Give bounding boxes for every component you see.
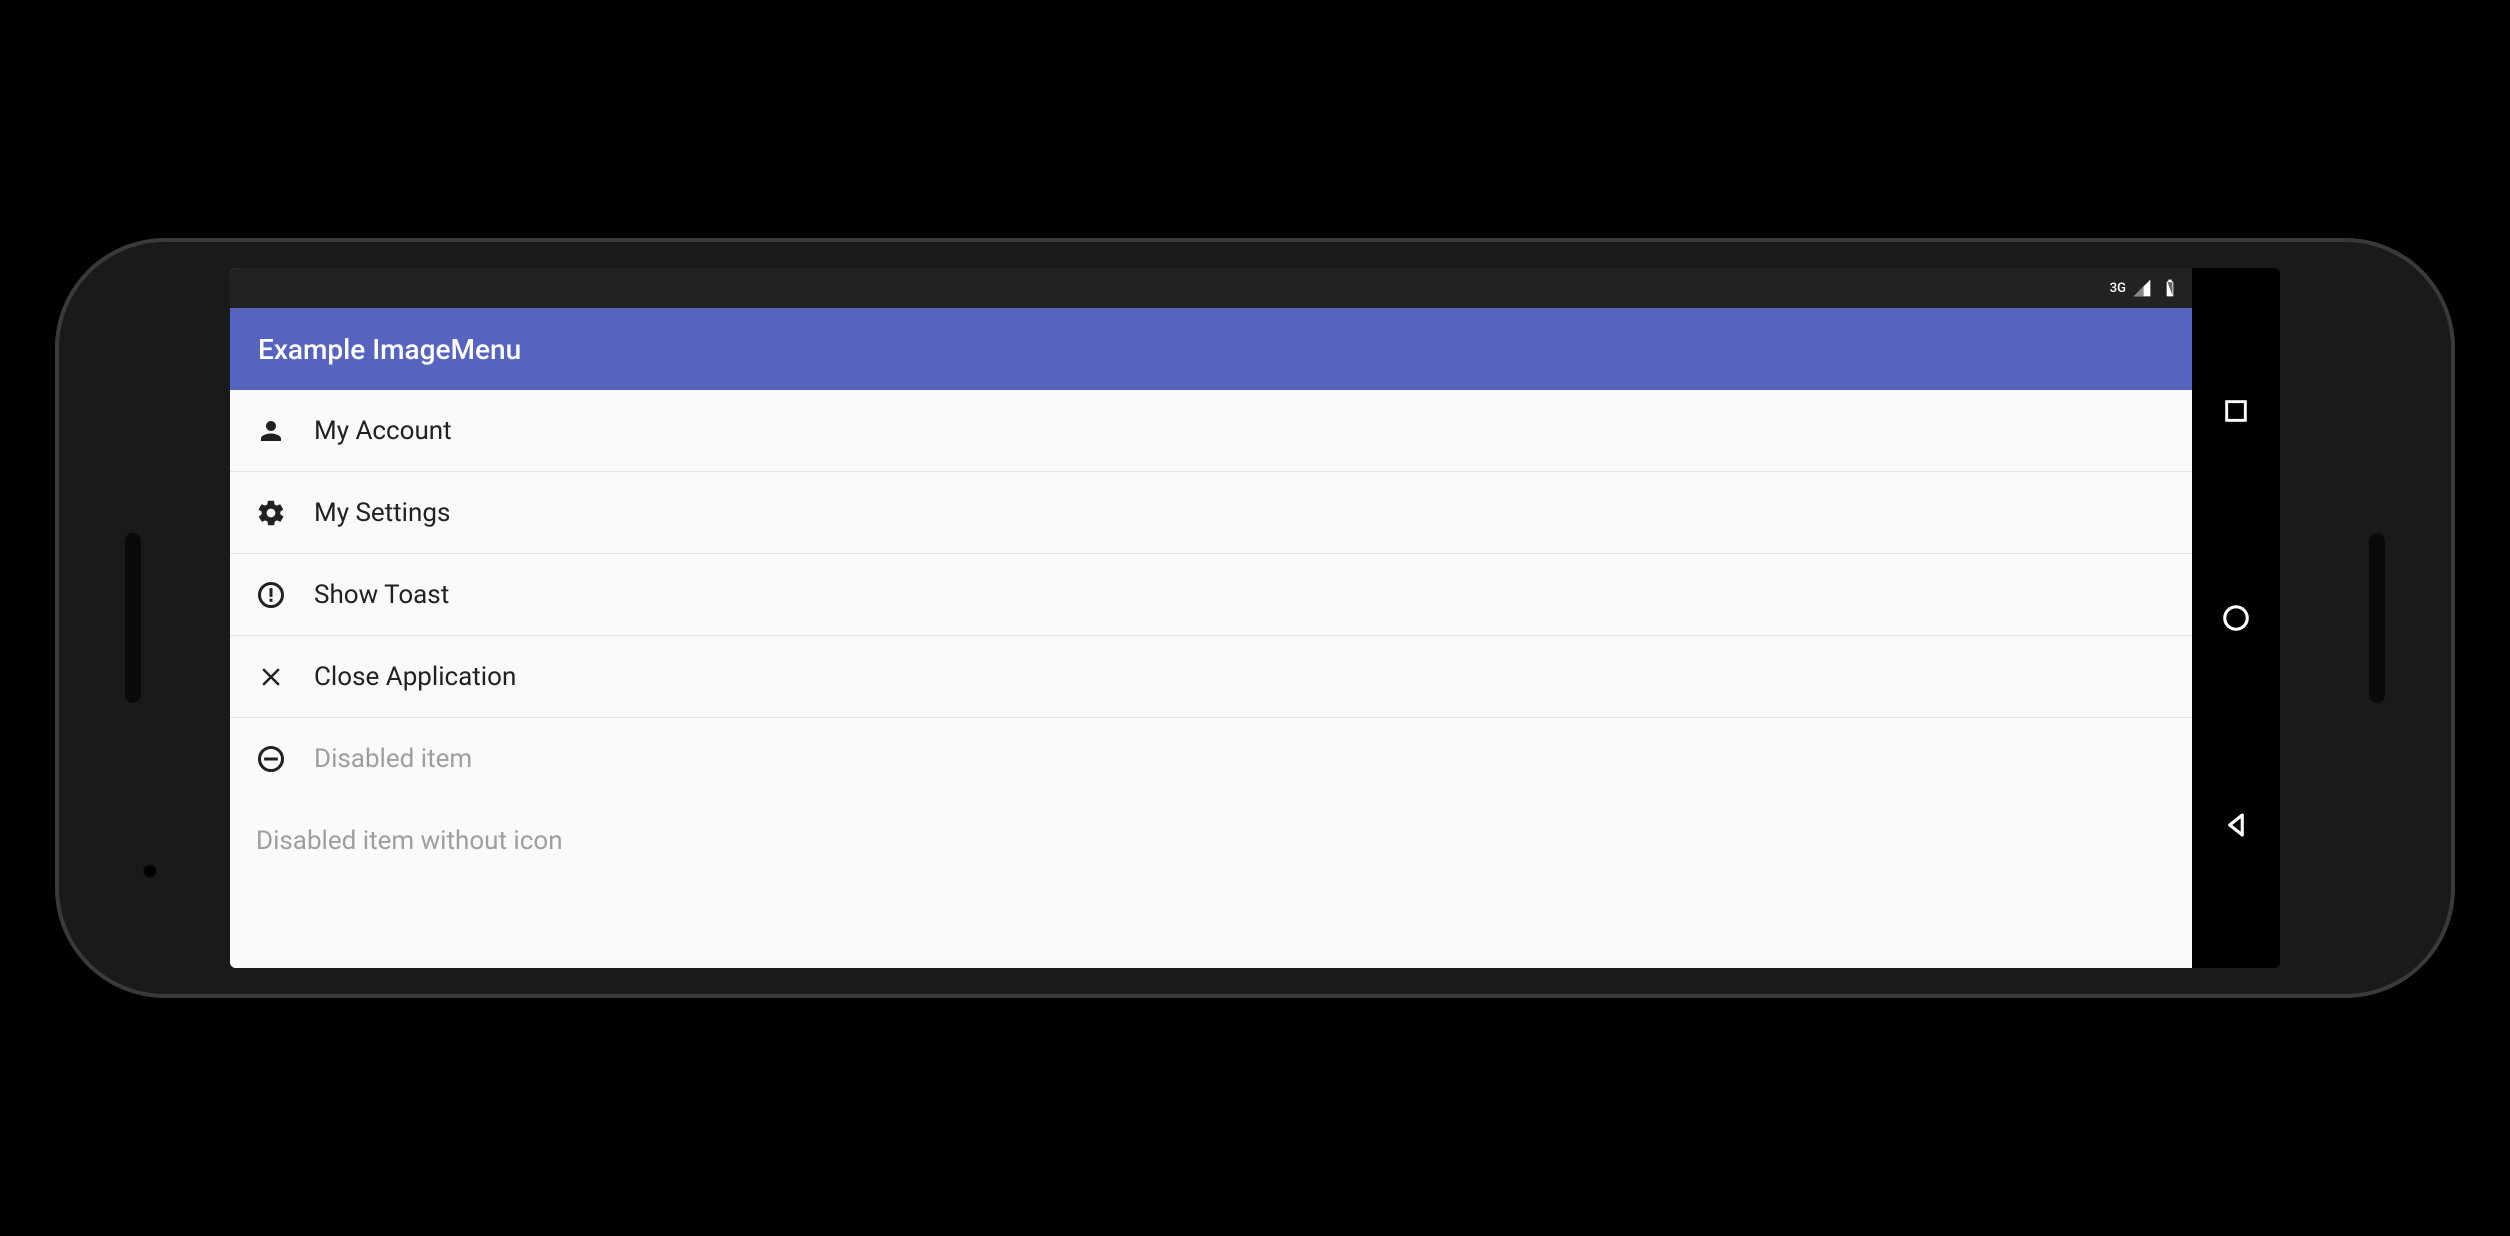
screen: 3G Example ImageMenu My Account (230, 268, 2192, 968)
status-bar: 3G (230, 268, 2192, 308)
menu-item-label: My Settings (314, 498, 450, 528)
menu-item-label: Close Application (314, 662, 516, 692)
app-bar: Example ImageMenu (230, 308, 2192, 390)
menu-list: My Account My Settings Show Toast (230, 390, 2192, 968)
network-type-label: 3G (2110, 281, 2126, 296)
minus-circle-icon (256, 744, 286, 774)
nav-overview-button[interactable] (2219, 394, 2253, 428)
nav-back-button[interactable] (2219, 808, 2253, 842)
menu-item-label: Disabled item (314, 744, 472, 774)
menu-item-my-account[interactable]: My Account (230, 390, 2192, 472)
speaker-grille-right (2369, 533, 2385, 703)
gear-icon (256, 498, 286, 528)
navigation-bar (2192, 268, 2280, 968)
menu-item-close-application[interactable]: Close Application (230, 636, 2192, 718)
nav-home-button[interactable] (2219, 601, 2253, 635)
speaker-grille-left (125, 533, 141, 703)
menu-item-my-settings[interactable]: My Settings (230, 472, 2192, 554)
app-title: Example ImageMenu (258, 333, 521, 366)
alert-circle-icon (256, 580, 286, 610)
front-camera (143, 864, 157, 878)
menu-item-label: Disabled item without icon (256, 826, 563, 856)
menu-item-disabled-no-icon: Disabled item without icon (230, 800, 2192, 882)
menu-item-disabled: Disabled item (230, 718, 2192, 800)
device-frame: 3G Example ImageMenu My Account (55, 238, 2455, 998)
menu-item-label: My Account (314, 416, 452, 446)
close-icon (256, 662, 286, 692)
screen-wrap: 3G Example ImageMenu My Account (230, 268, 2280, 968)
menu-item-label: Show Toast (314, 580, 449, 610)
person-icon (256, 416, 286, 446)
menu-item-show-toast[interactable]: Show Toast (230, 554, 2192, 636)
signal-icon (2132, 278, 2152, 298)
battery-icon (2160, 278, 2180, 298)
